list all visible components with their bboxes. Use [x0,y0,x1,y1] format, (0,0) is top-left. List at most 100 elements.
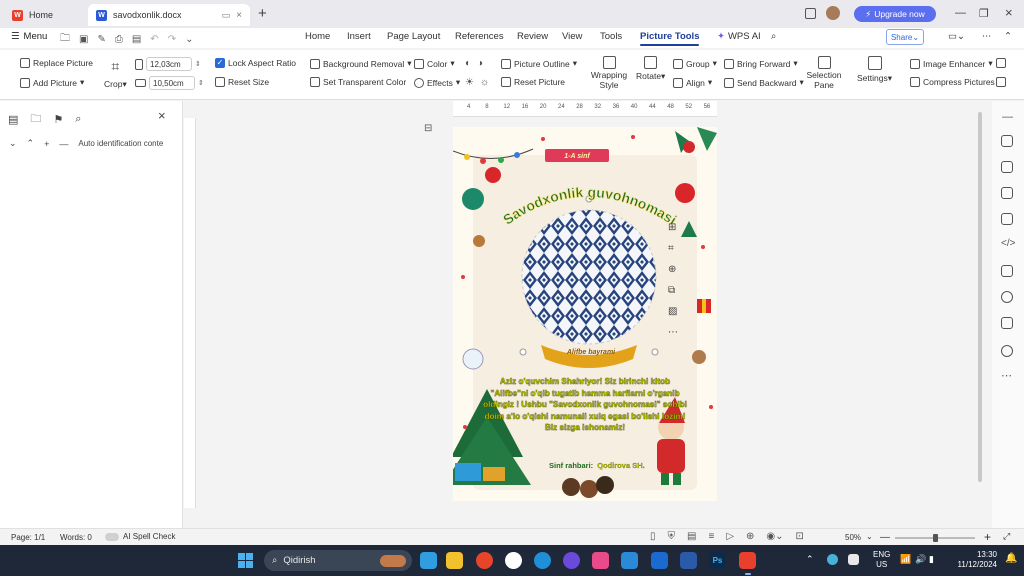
zoom-in-icon[interactable]: + [984,530,991,544]
add-heading-icon[interactable]: + [44,139,49,149]
open-icon[interactable]: 🗀 [60,31,70,48]
zoom-level[interactable]: 50% [845,533,861,542]
layout-wrap-icon[interactable]: ⊞ [668,222,684,233]
language-indicator[interactable]: ENG US [873,550,890,570]
outline-view-icon[interactable]: ≡ [708,531,714,542]
extra-tool-top[interactable] [996,58,1006,68]
menu-review[interactable]: Review [517,31,548,42]
tab-home[interactable]: W Home [4,4,86,26]
set-transparent-button[interactable]: Set Transparent Color [310,77,406,87]
effects-button[interactable]: Effects ▾ [414,77,460,88]
tab-restore-icon[interactable]: ▭ [222,10,231,21]
vertical-scrollbar[interactable] [978,112,982,482]
replace-quick-icon[interactable]: ⧉ [668,285,684,296]
folder-icon[interactable]: 🗀 [30,110,41,129]
replace-picture-button[interactable]: Replace Picture [20,58,93,68]
search-icon[interactable]: ⌕ [771,31,776,42]
reset-size-button[interactable]: Reset Size [215,77,269,87]
word-count[interactable]: Words: 0 [60,533,92,542]
lock-icon[interactable] [1001,213,1013,225]
lock-aspect-checkbox[interactable]: ✓ Lock Aspect Ratio [215,58,296,68]
menu-view[interactable]: View [562,31,582,42]
rotate-button[interactable]: Rotate▾ [636,56,665,82]
style-icon[interactable] [1001,161,1013,173]
window-mode-icon[interactable] [805,8,816,19]
page-count[interactable]: Page: 1/1 [11,533,45,542]
picture-outline-button[interactable]: Picture Outline ▾ [501,58,577,69]
tab-document[interactable]: W savodxonlik.docx ▭ × [88,4,250,26]
photoshop-icon[interactable]: Ps [709,552,726,569]
settings-button[interactable]: Settings▾ [857,56,892,84]
remove-heading-icon[interactable]: — [59,139,68,149]
close-window-icon[interactable]: × [1005,5,1013,20]
code-icon[interactable]: </> [1001,238,1015,249]
chrome-icon[interactable] [476,552,493,569]
clock[interactable]: 13:30 11/12/2024 [953,550,997,570]
contrast-down-icon[interactable]: ☼ [480,77,489,88]
image-enhancer-button[interactable]: Image Enhancer ▾ [910,58,993,69]
wps-taskbar-icon[interactable] [739,552,756,569]
layout-options-icon[interactable]: ⊟ [424,123,432,134]
backup-icon[interactable] [1001,317,1013,329]
comment-icon[interactable]: ▭⌄ [948,31,965,42]
read-mode-icon[interactable]: ▯ [650,531,656,542]
auto-identification-label[interactable]: Auto identification conte [78,139,163,148]
edge-icon[interactable] [534,552,551,569]
edit-icon[interactable] [1001,135,1013,147]
search-nav-icon[interactable]: ⌕ [75,113,81,126]
history-icon[interactable] [1001,291,1013,303]
redo-icon[interactable]: ↷ [168,34,176,45]
align-button[interactable]: Align ▾ [673,77,712,88]
tray-app-icon[interactable] [827,554,838,565]
more-options-icon[interactable]: ⋯ [982,31,992,42]
crop-button[interactable]: ⌗ Crop▾ [104,58,127,90]
store-icon[interactable] [621,552,638,569]
menu-picture-tools[interactable]: Picture Tools [640,31,700,46]
crop-quick-icon[interactable]: ⌗ [668,243,684,254]
outlook-icon[interactable] [651,552,668,569]
wrapping-style-button[interactable]: Wrapping Style [589,56,629,90]
print-icon[interactable]: ⎙ [115,34,123,45]
tab-close-icon[interactable]: × [236,10,242,21]
send-backward-button[interactable]: Send Backward ▾ [724,77,804,88]
menu-wps-ai[interactable]: ✦ WPS AI [717,31,761,42]
maximize-icon[interactable]: ❐ [979,7,989,20]
menu-references[interactable]: References [455,31,504,42]
share-button[interactable]: Share ⌄ [886,29,924,45]
format-painter-icon[interactable]: ✎ [97,34,105,45]
help-icon[interactable] [1001,345,1013,357]
group-button[interactable]: Group ▾ [673,58,717,69]
telegram-icon[interactable] [420,552,437,569]
github-icon[interactable] [563,552,580,569]
expand-icon[interactable]: ⌄ [9,138,17,149]
tray-app2-icon[interactable] [848,554,859,565]
battery-icon[interactable]: ▮ [929,554,934,565]
windows-start-icon[interactable] [238,553,253,568]
taskbar-search[interactable]: ⌕ Qidirish [264,550,412,571]
extra-tool-bottom[interactable] [996,77,1006,87]
main-menu-button[interactable]: ☰ Menu [11,31,47,42]
bookmark-icon[interactable]: ⚑ [53,113,63,126]
save-icon[interactable]: ▣ [79,34,88,45]
play-icon[interactable]: ▷ [726,531,734,542]
zoom-slider-thumb[interactable] [933,534,938,542]
image-quick-icon[interactable]: ▨ [668,306,684,317]
outline-icon[interactable]: ▤ [8,113,18,126]
add-picture-button[interactable]: Add Picture ▾ [20,77,84,88]
width-stepper[interactable]: ⇕ [195,60,201,68]
zoom-out-icon[interactable]: — [880,532,890,543]
collapse-sidebar-icon[interactable]: — [1002,111,1013,123]
color-button[interactable]: Color ▾ [414,58,455,69]
height-stepper[interactable]: ⇕ [198,79,204,87]
notification-bell-icon[interactable]: 🔔 [1005,553,1017,564]
fullscreen-icon[interactable]: ⤢ [1003,531,1010,542]
collapse-icon[interactable]: ⌃ [27,138,35,149]
adjust-icon[interactable] [1001,265,1013,277]
tray-chevron-icon[interactable]: ⌃ [806,554,814,565]
menu-tools[interactable]: Tools [600,31,622,42]
more-quick-icon[interactable]: ⋯ [668,327,684,338]
page-view-icon[interactable]: ▤ [687,531,696,542]
eye-protection-icon[interactable]: ◉⌄ [766,531,783,542]
preview-icon[interactable]: ▤ [132,34,141,45]
new-tab-icon[interactable]: + [258,5,267,22]
